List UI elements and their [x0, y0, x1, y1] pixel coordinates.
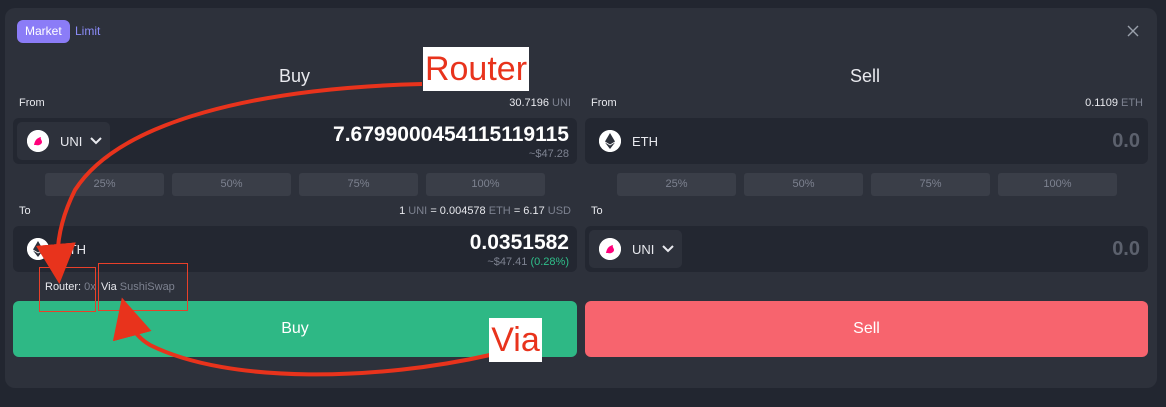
via-callout: Via: [489, 318, 542, 362]
annotation-arrows: [36, 82, 491, 377]
via-arrow: [112, 297, 491, 377]
router-callout: Router: [423, 47, 529, 91]
router-arrow: [36, 82, 423, 284]
